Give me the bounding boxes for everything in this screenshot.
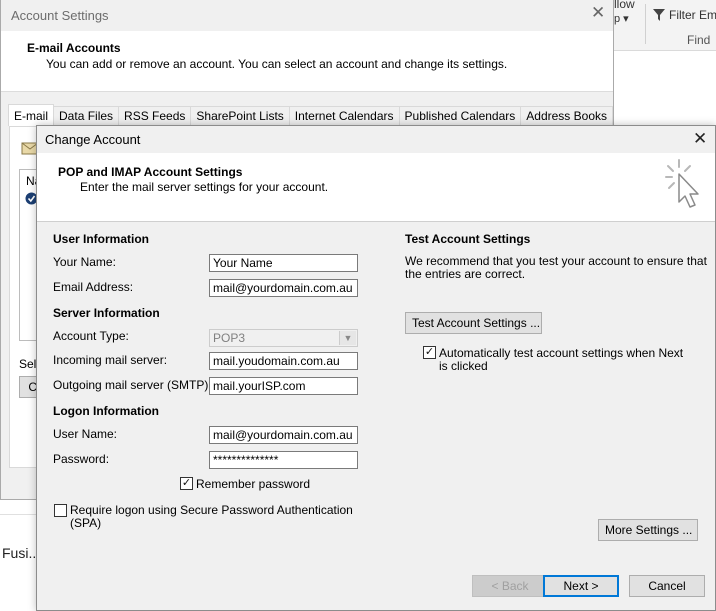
header-description: You can add or remove an account. You ca… (46, 57, 508, 71)
follow-up-dropdown[interactable]: p ▾ (614, 12, 629, 25)
back-button[interactable]: < Back (472, 575, 548, 597)
window-title: Account Settings (11, 8, 109, 23)
password-label: Password: (53, 452, 110, 466)
incoming-server-input[interactable] (209, 352, 358, 370)
account-tabs: E-mail Data Files RSS Feeds SharePoint L… (8, 104, 613, 126)
test-settings-heading: Test Account Settings (405, 232, 531, 246)
auto-test-label-suffix[interactable]: is clicked (439, 359, 488, 373)
dialog-header: POP and IMAP Account Settings Enter the … (37, 153, 715, 222)
account-type-select[interactable]: POP3 ▼ (209, 329, 358, 347)
auto-test-checkbox[interactable]: ✓ (423, 346, 436, 359)
follow-up-label[interactable]: llow (614, 0, 635, 11)
header-description: Enter the mail server settings for your … (80, 180, 329, 194)
change-account-dialog: Change Account ✕ POP and IMAP Account Se… (36, 125, 716, 611)
your-name-label: Your Name: (53, 255, 116, 269)
filter-email-button[interactable]: Filter Em (669, 8, 716, 22)
tab-data-files[interactable]: Data Files (53, 106, 120, 125)
dialog-title: Change Account (45, 132, 141, 147)
next-button[interactable]: Next > (543, 575, 619, 597)
tab-email[interactable]: E-mail (8, 104, 55, 126)
tab-published-calendars[interactable]: Published Calendars (398, 106, 522, 125)
tab-address-books[interactable]: Address Books (520, 106, 613, 125)
close-icon[interactable]: ✕ (693, 129, 707, 149)
logon-info-heading: Logon Information (53, 404, 159, 418)
spa-label-suffix[interactable]: (SPA) (70, 516, 101, 530)
header-title: E-mail Accounts (27, 41, 121, 55)
server-info-heading: Server Information (53, 306, 160, 320)
header-title: POP and IMAP Account Settings (58, 165, 243, 179)
cursor-click-icon (665, 159, 699, 208)
folder-label[interactable]: Fusi... (2, 545, 40, 561)
outgoing-server-input[interactable] (209, 377, 358, 395)
test-settings-description-line-2: the entries are correct. (405, 267, 526, 281)
ribbon-divider (645, 4, 646, 44)
find-group-label: Find (687, 33, 711, 47)
account-settings-header: E-mail Accounts You can add or remove an… (1, 31, 613, 92)
user-name-input[interactable] (209, 426, 358, 444)
filter-icon (653, 9, 665, 21)
close-icon[interactable]: ✕ (591, 3, 605, 23)
spa-label[interactable]: Require logon using Secure Password Auth… (70, 503, 353, 517)
your-name-input[interactable] (209, 254, 358, 272)
tab-sharepoint-lists[interactable]: SharePoint Lists (190, 106, 290, 125)
incoming-server-label: Incoming mail server: (53, 353, 168, 367)
auto-test-label[interactable]: Automatically test account settings when… (439, 346, 683, 360)
divider (0, 514, 40, 515)
user-name-label: User Name: (53, 427, 118, 441)
outlook-ribbon: llow p ▾ Filter Em Find (614, 0, 716, 51)
background-folder-pane: Fusi... (0, 500, 40, 611)
tab-rss-feeds[interactable]: RSS Feeds (118, 106, 192, 125)
test-account-settings-button[interactable]: Test Account Settings ... (405, 312, 542, 334)
chevron-down-icon: ▼ (339, 331, 356, 345)
cancel-button[interactable]: Cancel (629, 575, 705, 597)
user-info-heading: User Information (53, 232, 150, 246)
outgoing-server-label: Outgoing mail server (SMTP): (53, 378, 212, 392)
remember-password-label[interactable]: Remember password (196, 477, 310, 491)
spa-checkbox[interactable] (54, 504, 67, 517)
tab-internet-calendars[interactable]: Internet Calendars (288, 106, 400, 125)
email-address-input[interactable] (209, 279, 358, 297)
more-settings-button[interactable]: More Settings ... (598, 519, 698, 541)
account-type-value: POP3 (213, 331, 246, 345)
account-type-label: Account Type: (53, 329, 129, 343)
test-settings-description: We recommend that you test your account … (405, 254, 707, 268)
password-input[interactable] (209, 451, 358, 469)
email-address-label: Email Address: (53, 280, 134, 294)
remember-password-checkbox[interactable]: ✓ (180, 477, 193, 490)
